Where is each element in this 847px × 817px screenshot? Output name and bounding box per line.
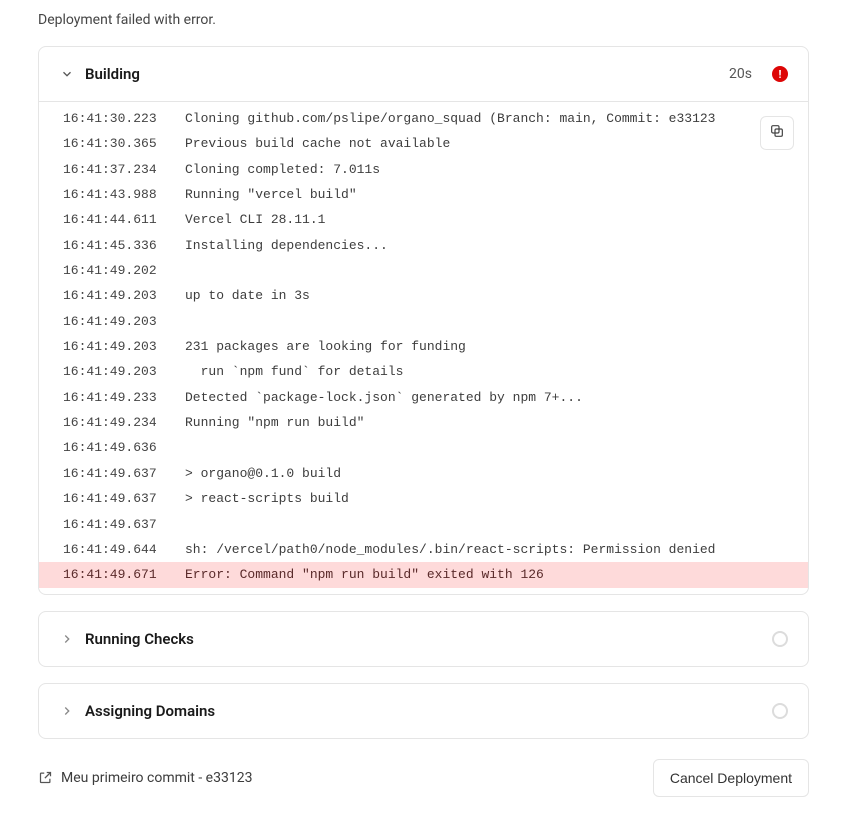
log-message: Error: Command "npm run build" exited wi…	[185, 562, 784, 587]
log-message	[185, 309, 784, 334]
log-line: 16:41:49.203up to date in 3s	[39, 283, 808, 308]
log-message: Cloning completed: 7.011s	[185, 157, 784, 182]
log-line: 16:41:49.203231 packages are looking for…	[39, 334, 808, 359]
assigning-domains-title: Assigning Domains	[85, 702, 752, 720]
log-timestamp: 16:41:43.988	[63, 182, 185, 207]
log-timestamp: 16:41:49.203	[63, 309, 185, 334]
building-header[interactable]: Building 20s !	[39, 47, 808, 101]
log-timestamp: 16:41:49.644	[63, 537, 185, 562]
log-line: 16:41:45.336Installing dependencies...	[39, 233, 808, 258]
cancel-deployment-button[interactable]: Cancel Deployment	[653, 759, 809, 797]
pending-badge	[772, 703, 788, 719]
log-message: Vercel CLI 28.11.1	[185, 207, 784, 232]
log-timestamp: 16:41:49.202	[63, 258, 185, 283]
log-message: Detected `package-lock.json` generated b…	[185, 385, 784, 410]
log-message: Installing dependencies...	[185, 233, 784, 258]
log-message: sh: /vercel/path0/node_modules/.bin/reac…	[185, 537, 784, 562]
log-timestamp: 16:41:49.637	[63, 486, 185, 511]
log-timestamp: 16:41:49.636	[63, 435, 185, 460]
pending-badge	[772, 631, 788, 647]
log-timestamp: 16:41:30.223	[63, 106, 185, 131]
external-link-icon	[38, 770, 53, 785]
log-line: 16:41:49.203 run `npm fund` for details	[39, 359, 808, 384]
log-line: 16:41:49.202	[39, 258, 808, 283]
log-line: 16:41:49.233Detected `package-lock.json`…	[39, 385, 808, 410]
log-line: 16:41:49.234Running "npm run build"	[39, 410, 808, 435]
build-log: 16:41:30.223Cloning github.com/pslipe/or…	[39, 101, 808, 594]
log-message: Running "vercel build"	[185, 182, 784, 207]
log-message: 231 packages are looking for funding	[185, 334, 784, 359]
log-line: 16:41:49.203	[39, 309, 808, 334]
log-message: up to date in 3s	[185, 283, 784, 308]
log-line: 16:41:49.644sh: /vercel/path0/node_modul…	[39, 537, 808, 562]
log-message: > react-scripts build	[185, 486, 784, 511]
log-timestamp: 16:41:30.365	[63, 131, 185, 156]
log-timestamp: 16:41:49.203	[63, 359, 185, 384]
log-line: 16:41:49.637	[39, 512, 808, 537]
footer: Meu primeiro commit - e33123 Cancel Depl…	[38, 755, 809, 797]
log-line: 16:41:37.234Cloning completed: 7.011s	[39, 157, 808, 182]
building-duration: 20s	[729, 66, 752, 82]
log-message: Previous build cache not available	[185, 131, 784, 156]
log-line: 16:41:30.223Cloning github.com/pslipe/or…	[39, 106, 808, 131]
log-message	[185, 512, 784, 537]
status-message: Deployment failed with error.	[38, 0, 809, 46]
log-message	[185, 258, 784, 283]
log-timestamp: 16:41:49.203	[63, 283, 185, 308]
running-checks-title: Running Checks	[85, 630, 752, 648]
log-timestamp: 16:41:44.611	[63, 207, 185, 232]
log-timestamp: 16:41:49.234	[63, 410, 185, 435]
log-line: 16:41:30.365Previous build cache not ava…	[39, 131, 808, 156]
log-message: Cloning github.com/pslipe/organo_squad (…	[185, 106, 784, 131]
log-line: 16:41:49.637> organo@0.1.0 build	[39, 461, 808, 486]
log-line: 16:41:49.637> react-scripts build	[39, 486, 808, 511]
log-message: > organo@0.1.0 build	[185, 461, 784, 486]
commit-label: Meu primeiro commit - e33123	[61, 770, 252, 786]
log-timestamp: 16:41:49.203	[63, 334, 185, 359]
log-timestamp: 16:41:37.234	[63, 157, 185, 182]
chevron-right-icon	[59, 631, 75, 647]
log-message	[185, 435, 784, 460]
building-title: Building	[85, 65, 719, 83]
log-line-error: 16:41:49.671Error: Command "npm run buil…	[39, 562, 808, 587]
log-timestamp: 16:41:49.637	[63, 461, 185, 486]
commit-link[interactable]: Meu primeiro commit - e33123	[38, 770, 252, 786]
building-panel: Building 20s ! 16:41:30.223Cloning githu…	[38, 46, 809, 595]
assigning-domains-panel: Assigning Domains	[38, 683, 809, 739]
assigning-domains-header[interactable]: Assigning Domains	[39, 684, 808, 738]
log-timestamp: 16:41:45.336	[63, 233, 185, 258]
log-line: 16:41:43.988Running "vercel build"	[39, 182, 808, 207]
log-timestamp: 16:41:49.671	[63, 562, 185, 587]
log-line: 16:41:49.636	[39, 435, 808, 460]
log-message: run `npm fund` for details	[185, 359, 784, 384]
error-badge: !	[772, 66, 788, 82]
chevron-down-icon	[59, 66, 75, 82]
running-checks-header[interactable]: Running Checks	[39, 612, 808, 666]
copy-button[interactable]	[760, 116, 794, 150]
log-line: 16:41:44.611Vercel CLI 28.11.1	[39, 207, 808, 232]
chevron-right-icon	[59, 703, 75, 719]
log-timestamp: 16:41:49.233	[63, 385, 185, 410]
log-timestamp: 16:41:49.637	[63, 512, 185, 537]
copy-icon	[769, 123, 785, 143]
log-message: Running "npm run build"	[185, 410, 784, 435]
running-checks-panel: Running Checks	[38, 611, 809, 667]
